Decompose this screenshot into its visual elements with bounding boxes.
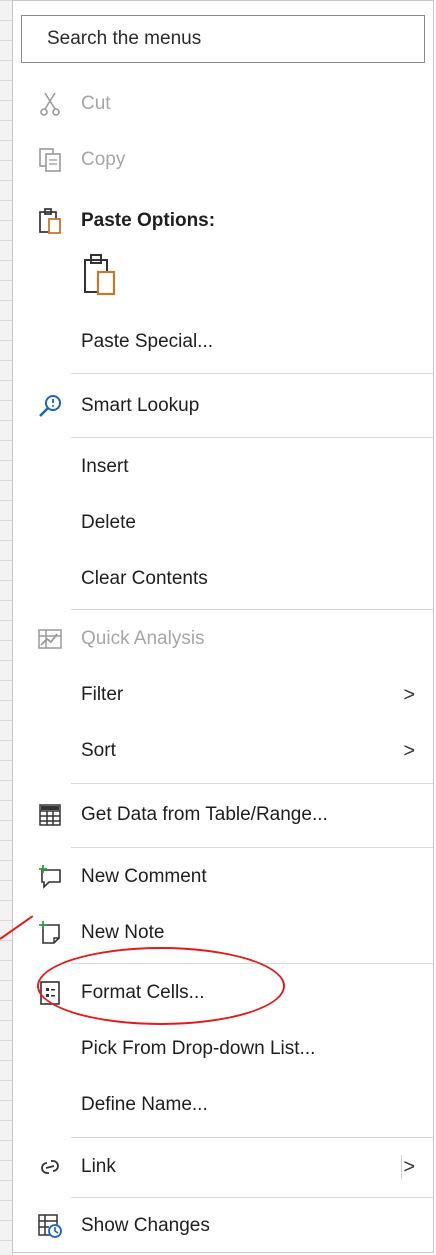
split-divider [401, 1155, 402, 1179]
get-data-label: Get Data from Table/Range... [81, 804, 328, 825]
menu-item-new-comment[interactable]: New Comment [13, 849, 433, 905]
separator [71, 847, 433, 848]
table-icon [35, 800, 65, 830]
paste-special-label: Paste Special... [81, 331, 214, 352]
menu-item-clear-contents[interactable]: Clear Contents [13, 551, 433, 607]
delete-label: Delete [81, 512, 136, 533]
paste-options-label: Paste Options: [81, 210, 216, 231]
menu-item-insert[interactable]: Insert [13, 439, 433, 495]
menu-item-cut[interactable]: Cut [13, 76, 433, 132]
separator [71, 1137, 433, 1138]
sort-label: Sort [81, 740, 116, 761]
show-changes-icon [35, 1211, 65, 1241]
paste-clipboard-icon [84, 254, 116, 296]
chevron-right-icon: > [403, 739, 415, 762]
scissors-icon [35, 89, 65, 119]
separator [71, 373, 433, 374]
menu-item-smart-lookup[interactable]: Smart Lookup [13, 378, 433, 434]
pick-list-label: Pick From Drop-down List... [81, 1038, 316, 1059]
comment-icon [35, 862, 65, 892]
filter-label: Filter [81, 684, 124, 705]
define-name-label: Define Name... [81, 1094, 208, 1115]
menu-item-copy[interactable]: Copy [13, 132, 433, 188]
separator [71, 609, 433, 610]
copy-icon [35, 145, 65, 175]
search-icon [35, 391, 65, 421]
copy-label: Copy [81, 149, 126, 170]
quick-analysis-label: Quick Analysis [81, 628, 205, 649]
paste-options-header: Paste Options: [13, 193, 433, 249]
separator [71, 437, 433, 438]
menu-item-filter[interactable]: Filter > [13, 667, 433, 723]
menu-item-paste-special[interactable]: Paste Special... [13, 314, 433, 370]
chevron-right-icon: > [403, 683, 415, 706]
cut-label: Cut [81, 93, 111, 114]
insert-label: Insert [81, 456, 129, 477]
separator [71, 783, 433, 784]
context-menu: Cut Copy Paste Options: Paste Special...… [12, 0, 434, 1253]
clear-contents-label: Clear Contents [81, 568, 208, 589]
menu-item-get-data[interactable]: Get Data from Table/Range... [13, 787, 433, 843]
menu-item-link[interactable]: Link > [13, 1139, 433, 1195]
menu-item-delete[interactable]: Delete [13, 495, 433, 551]
annotation-circle [37, 947, 285, 1025]
menu-item-quick-analysis[interactable]: Quick Analysis [13, 611, 433, 667]
menu-item-sort[interactable]: Sort > [13, 723, 433, 779]
chevron-right-icon[interactable]: > [403, 1156, 415, 1179]
smart-lookup-label: Smart Lookup [81, 395, 200, 416]
show-changes-label: Show Changes [81, 1215, 210, 1236]
menu-item-show-changes[interactable]: Show Changes [13, 1198, 433, 1254]
clipboard-icon [35, 206, 65, 236]
new-comment-label: New Comment [81, 866, 207, 887]
new-note-label: New Note [81, 922, 165, 943]
link-icon [35, 1152, 65, 1182]
search-menus-input[interactable] [21, 15, 425, 63]
menu-item-define-name[interactable]: Define Name... [13, 1077, 433, 1133]
note-icon [35, 918, 65, 948]
quick-analysis-icon [35, 624, 65, 654]
menu-item-pick-from-list[interactable]: Pick From Drop-down List... [13, 1021, 433, 1077]
link-label: Link [81, 1156, 116, 1177]
paste-button[interactable] [75, 246, 125, 306]
